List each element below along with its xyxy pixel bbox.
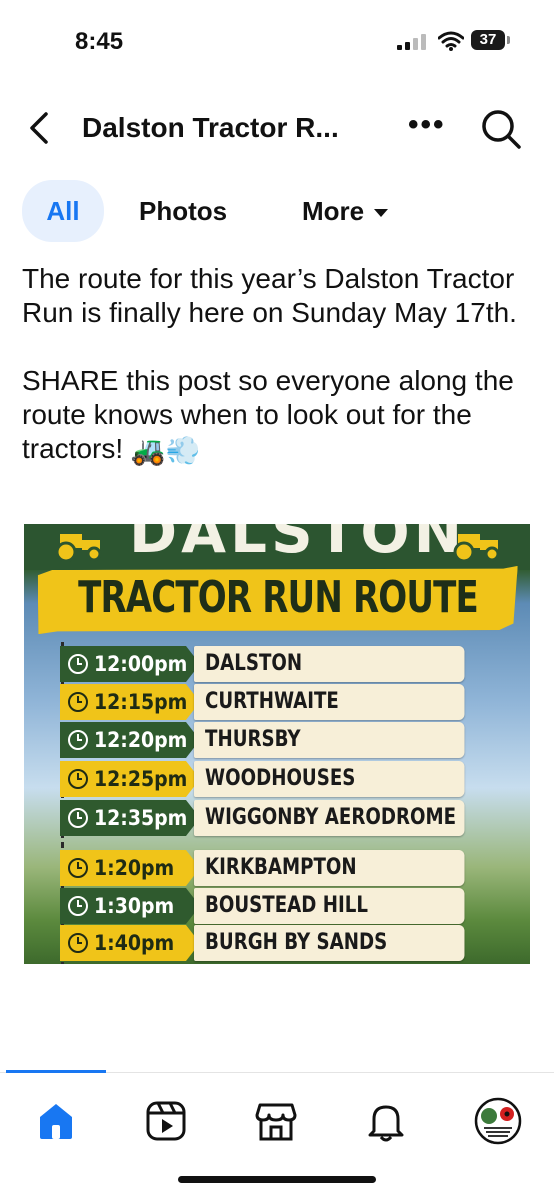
clock-icon: [68, 933, 88, 953]
clock-icon: [68, 730, 88, 750]
stop-time-pill: 12:20pm: [60, 722, 200, 758]
wifi-icon: [438, 31, 464, 51]
route-stop: 1:30pm BOUSTEAD HILL: [60, 888, 488, 924]
stop-time-pill: 1:30pm: [60, 888, 200, 924]
stop-place: DALSTON: [194, 646, 465, 682]
clock-icon: [68, 654, 88, 674]
page-header: Dalston Tractor R... •••: [0, 100, 554, 158]
back-icon[interactable]: [24, 110, 56, 146]
clock-icon: [68, 769, 88, 789]
route-stop: 12:20pm THURSBY: [60, 722, 488, 758]
route-stop: 12:15pm CURTHWAITE: [60, 684, 488, 720]
filter-tabs: All Photos More: [0, 180, 554, 242]
tractor-icon: [453, 534, 500, 562]
route-stop: 1:20pm KIRKBAMPTON: [60, 850, 488, 886]
clock-icon: [68, 692, 88, 712]
status-time: 8:45: [75, 28, 124, 55]
tab-photos[interactable]: Photos: [139, 180, 227, 242]
poster-top-text: DALSTON: [129, 524, 467, 566]
active-tab-indicator: [6, 1070, 106, 1073]
stop-place: WOODHOUSES: [194, 761, 465, 797]
video-icon[interactable]: [144, 1099, 188, 1143]
stop-time: 1:20pm: [94, 856, 175, 880]
stop-place: BOUSTEAD HILL: [194, 888, 465, 924]
stop-place: CURTHWAITE: [194, 684, 465, 720]
stop-time-pill: 12:35pm: [60, 800, 200, 836]
tab-all[interactable]: All: [22, 180, 104, 242]
poster-banner-text: TRACTOR RUN ROUTE: [78, 572, 479, 623]
home-indicator: [178, 1176, 376, 1183]
route-stop: 12:00pm DALSTON: [60, 646, 488, 682]
stop-time: 12:35pm: [94, 806, 188, 830]
stop-time-pill: 1:40pm: [60, 925, 200, 961]
notifications-icon[interactable]: [364, 1099, 408, 1143]
post-paragraph: SHARE this post so everyone along the ro…: [22, 365, 514, 464]
post-image[interactable]: DALSTON TRACTOR RUN ROUTE 12:00pm DALSTON…: [24, 524, 530, 964]
signal-icon: [397, 34, 427, 50]
stop-place: WIGGONBY AERODROME: [194, 800, 465, 836]
stop-time-pill: 12:25pm: [60, 761, 200, 797]
tab-photos-label: Photos: [139, 196, 228, 226]
post-text: The route for this year’s Dalston Tracto…: [22, 262, 532, 468]
page-title: Dalston Tractor R...: [82, 112, 339, 143]
stop-place: KIRKBAMPTON: [194, 850, 465, 886]
stop-time: 12:20pm: [94, 728, 188, 752]
bottom-nav: [0, 1070, 554, 1163]
route-stop: 12:35pm WIGGONBY AERODROME: [60, 800, 488, 836]
caret-down-icon: [374, 209, 389, 218]
route-stop: 12:25pm WOODHOUSES: [60, 761, 488, 797]
search-icon[interactable]: [480, 108, 522, 150]
more-options-icon[interactable]: •••: [408, 108, 446, 142]
stop-place: BURGH BY SANDS: [194, 925, 465, 961]
tab-more[interactable]: More: [302, 180, 389, 242]
tab-all-label: All: [46, 196, 80, 226]
stop-time: 12:25pm: [94, 767, 188, 791]
tab-more-label: More: [302, 196, 365, 226]
clock-icon: [68, 808, 88, 828]
stop-time: 12:00pm: [94, 652, 188, 676]
stop-time: 1:30pm: [94, 894, 175, 918]
status-bar: 8:45 37: [0, 0, 554, 80]
clock-icon: [68, 858, 88, 878]
home-icon[interactable]: [34, 1099, 78, 1143]
battery-icon: 37: [471, 30, 510, 50]
tractor-icon: [55, 534, 102, 562]
stop-place: THURSBY: [194, 722, 465, 758]
poster-header: DALSTON: [24, 524, 530, 570]
post-paragraph: The route for this year’s Dalston Tracto…: [22, 263, 517, 328]
stop-time-pill: 12:00pm: [60, 646, 200, 682]
stop-time: 12:15pm: [94, 690, 188, 714]
marketplace-icon[interactable]: [254, 1099, 298, 1143]
route-stop: 1:40pm BURGH BY SANDS: [60, 925, 488, 961]
tractor-dash-emoji: 🚜💨: [130, 434, 201, 466]
stop-time: 1:40pm: [94, 931, 175, 955]
stop-time-pill: 12:15pm: [60, 684, 200, 720]
clock-icon: [68, 896, 88, 916]
profile-avatar[interactable]: [474, 1097, 522, 1145]
stop-time-pill: 1:20pm: [60, 850, 200, 886]
